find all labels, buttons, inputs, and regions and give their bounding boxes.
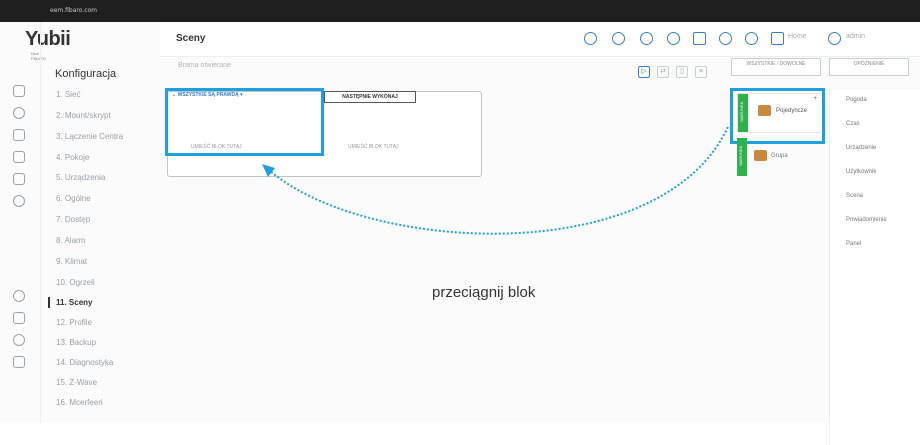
browser-tab-title[interactable]: eem.fibaro.com: [50, 7, 97, 14]
drag-instruction: przeciągnij blok: [432, 284, 536, 301]
drag-arrow: [262, 126, 729, 235]
app: Yubii Nice / FIBARO Konfiguracja 1. Sieć…: [0, 22, 920, 445]
browser-bar: eem.fibaro.com: [0, 0, 920, 22]
